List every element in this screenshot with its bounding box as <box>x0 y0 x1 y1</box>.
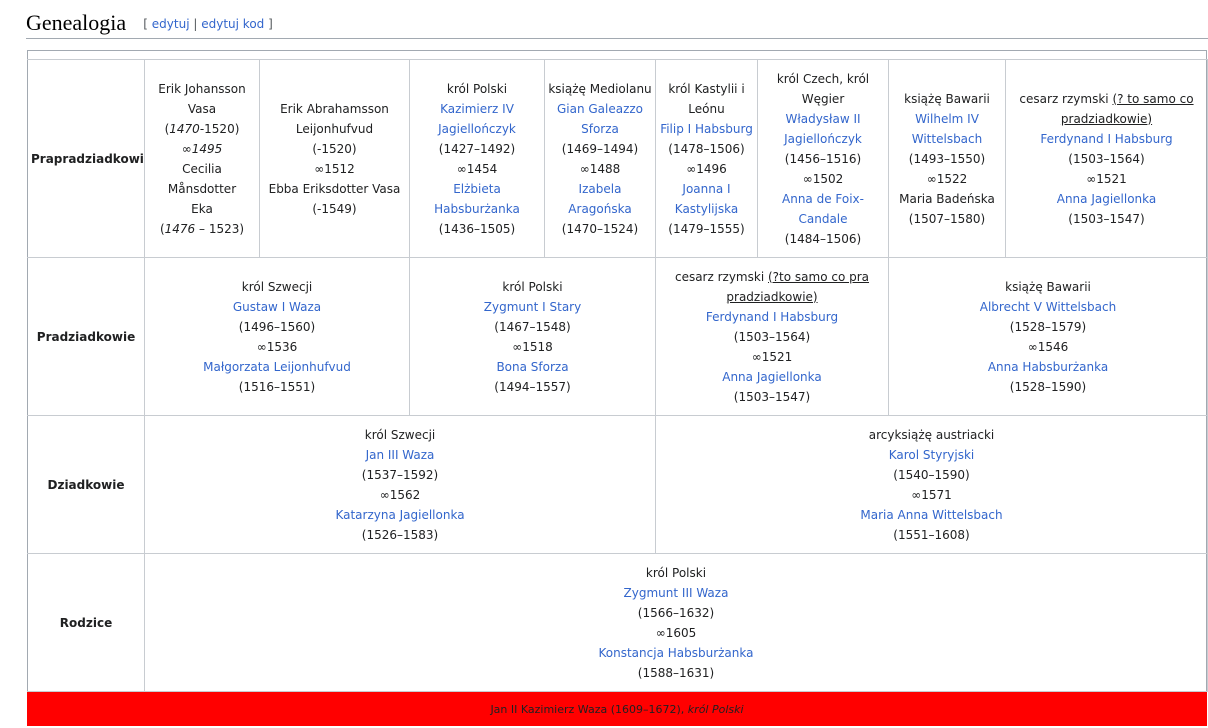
person-link[interactable]: Albrecht V Wittelsbach <box>892 297 1204 317</box>
person-link[interactable]: Kazimierz IV <box>413 99 541 119</box>
note-link[interactable]: (?to samo co pra <box>768 270 869 284</box>
person-link[interactable]: Konstancja Habsburżanka <box>148 643 1204 663</box>
person-link[interactable]: Wittelsbach <box>892 129 1002 149</box>
row-parents: Rodzice król Polski Zygmunt III Waza (15… <box>27 553 1208 692</box>
person-link[interactable]: Katarzyna Jagiellonka <box>148 505 652 525</box>
person-cell: arcyksiążę austriacki Karol Styryjski (1… <box>655 415 1208 554</box>
person-cell: król Czech, król Węgier Władysław II Jag… <box>757 59 889 258</box>
person-link[interactable]: Izabela <box>548 179 652 199</box>
subject-banner: Jan II Kazimierz Waza (1609–1672), król … <box>27 692 1207 726</box>
person-link[interactable]: Candale <box>761 209 885 229</box>
subject-name: Jan II Kazimierz Waza (1609–1672), <box>490 703 688 716</box>
person-cell: król Polski Zygmunt III Waza (1566–1632)… <box>144 553 1208 692</box>
person-cell: cesarz rzymski (?to samo co pra pradziad… <box>655 257 889 416</box>
person-cell: król Polski Zygmunt I Stary (1467–1548) … <box>409 257 656 416</box>
person-link[interactable]: Wilhelm IV <box>892 109 1002 129</box>
person-link[interactable]: Ferdynand I Habsburg <box>1009 129 1204 149</box>
person-link[interactable]: Zygmunt III Waza <box>148 583 1204 603</box>
person-link[interactable]: Gian Galeazzo <box>548 99 652 119</box>
person-cell: król Szwecji Jan III Waza (1537–1592) ∞1… <box>144 415 656 554</box>
edit-code-link[interactable]: edytuj kod <box>201 17 264 31</box>
person-link[interactable]: Ferdynand I Habsburg <box>659 307 885 327</box>
person-cell: książę Bawarii Albrecht V Wittelsbach (1… <box>888 257 1208 416</box>
person-link[interactable]: Joanna I <box>659 179 754 199</box>
person-link[interactable]: Habsburżanka <box>413 199 541 219</box>
person-cell: cesarz rzymski (? to samo co pradziadkow… <box>1005 59 1208 258</box>
row-grandparents: Dziadkowie król Szwecji Jan III Waza (15… <box>27 415 1208 554</box>
person-link[interactable]: Maria Anna Wittelsbach <box>659 505 1204 525</box>
genealogy-table: Prapradziadkowie Erik Johansson Vasa (14… <box>27 59 1208 692</box>
row-great-great-grandparents: Prapradziadkowie Erik Johansson Vasa (14… <box>27 59 1208 258</box>
person-cell: król Szwecji Gustaw I Waza (1496–1560) ∞… <box>144 257 410 416</box>
note-link[interactable]: pradziadkowie) <box>659 287 885 307</box>
person-link[interactable]: Filip I Habsburg <box>659 119 754 139</box>
person-link[interactable]: Sforza <box>548 119 652 139</box>
edit-link[interactable]: edytuj <box>152 17 190 31</box>
person-link[interactable]: Anna de Foix- <box>761 189 885 209</box>
section-title: Genealogia <box>26 10 127 35</box>
person-link[interactable]: Kastylijska <box>659 199 754 219</box>
person-link[interactable]: Karol Styryjski <box>659 445 1204 465</box>
note-link[interactable]: pradziadkowie) <box>1009 109 1204 129</box>
subject-title: król Polski <box>687 703 744 716</box>
note-link[interactable]: (? to samo co <box>1112 92 1193 106</box>
person-link[interactable]: Jagiellończyk <box>413 119 541 139</box>
edit-section-links: [ edytuj | edytuj kod ] <box>143 17 273 31</box>
person-link[interactable]: Zygmunt I Stary <box>413 297 652 317</box>
row-label: Dziadkowie <box>27 415 145 554</box>
person-link[interactable]: Jagiellończyk <box>761 129 885 149</box>
person-cell: król Kastylii i Leónu Filip I Habsburg (… <box>655 59 758 258</box>
person-link[interactable]: Elżbieta <box>413 179 541 199</box>
person-cell: książę Bawarii Wilhelm IV Wittelsbach (1… <box>888 59 1006 258</box>
row-label: Prapradziadkowie <box>27 59 145 258</box>
person-cell: książę Mediolanu Gian Galeazzo Sforza (1… <box>544 59 656 258</box>
person-link[interactable]: Anna Jagiellonka <box>1009 189 1204 209</box>
person-link[interactable]: Władysław II <box>761 109 885 129</box>
person-link[interactable]: Anna Habsburżanka <box>892 357 1204 377</box>
person-link[interactable]: Bona Sforza <box>413 357 652 377</box>
person-link[interactable]: Jan III Waza <box>148 445 652 465</box>
person-cell: Erik Johansson Vasa (1470-1520) ∞1495 Ce… <box>144 59 260 258</box>
section-heading: Genealogia [ edytuj | edytuj kod ] <box>26 8 1208 39</box>
row-label: Pradziadkowie <box>27 257 145 416</box>
person-link[interactable]: Aragońska <box>548 199 652 219</box>
person-link[interactable]: Małgorzata Leijonhufvud <box>148 357 406 377</box>
person-cell: król Polski Kazimierz IV Jagiellończyk (… <box>409 59 545 258</box>
person-cell: Erik Abrahamsson Leijonhufvud (-1520) ∞1… <box>259 59 410 258</box>
person-link[interactable]: Gustaw I Waza <box>148 297 406 317</box>
person-link[interactable]: Anna Jagiellonka <box>659 367 885 387</box>
row-great-grandparents: Pradziadkowie król Szwecji Gustaw I Waza… <box>27 257 1208 416</box>
row-label: Rodzice <box>27 553 145 692</box>
